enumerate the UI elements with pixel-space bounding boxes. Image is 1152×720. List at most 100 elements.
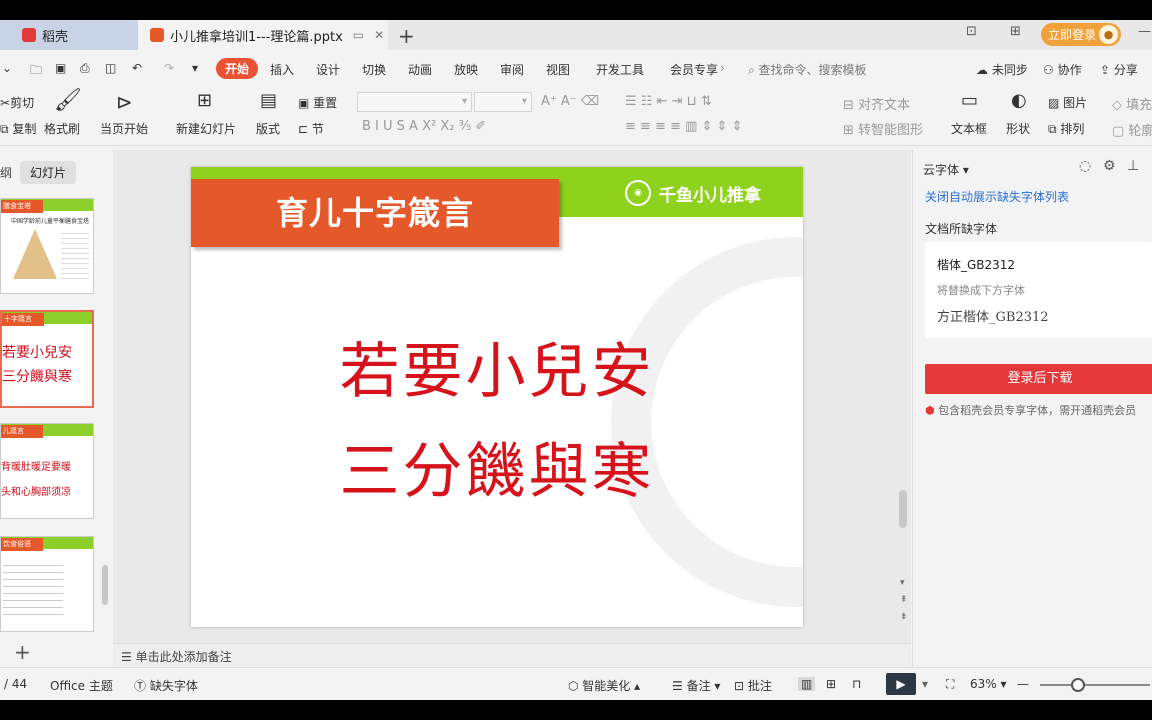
missing-font-card[interactable]: 楷体_GB2312 将替换成下方字体 方正楷体_GB2312 xyxy=(925,242,1152,338)
menu-start[interactable]: 开始 xyxy=(216,58,259,79)
smart-beautify-button[interactable]: ⬡ 智能美化 ▴ xyxy=(568,677,640,694)
text-style-icons[interactable]: B I U S A X² X₂ ⅗ ✐ xyxy=(362,119,486,134)
textbox-button[interactable]: 文本框 xyxy=(951,120,987,137)
new-slide-button[interactable]: 新建幻灯片 xyxy=(176,120,236,137)
collab-button[interactable]: ⚇ 协作 xyxy=(1043,61,1082,78)
command-search[interactable]: ⌕ 查找命令、搜索模板 xyxy=(748,61,867,78)
slide-thumb-1[interactable]: 膳食宝塔 中国学龄前儿童平衡膳食宝塔 xyxy=(0,198,94,294)
picture-button[interactable]: ▨ 图片 xyxy=(1048,94,1087,111)
pin-icon[interactable]: ▭ xyxy=(353,28,364,42)
smart-shape-button[interactable]: ⊞ 转智能图形 xyxy=(843,119,923,138)
print-preview-icon[interactable]: ◫ xyxy=(105,61,116,75)
cut-button[interactable]: ✂剪切 xyxy=(0,94,34,111)
align-text-button[interactable]: ⊟ 对齐文本 xyxy=(843,94,910,113)
download-after-login-button[interactable]: 登录后下载 xyxy=(925,364,1152,394)
shape-button[interactable]: 形状 xyxy=(1006,120,1030,137)
thumbnail-scrollbar[interactable] xyxy=(102,565,108,605)
window-layout-icon[interactable]: ⊡ xyxy=(966,24,977,39)
play-options-icon[interactable]: ▾ xyxy=(922,677,928,691)
copy-button[interactable]: ⧉ 复制 xyxy=(0,120,36,137)
arrange-button[interactable]: ⧉ 排列 xyxy=(1048,120,1084,137)
menu-slideshow[interactable]: 放映 xyxy=(454,61,478,78)
thumb-text-lines xyxy=(61,229,89,279)
smart-shape-label: 转智能图形 xyxy=(858,123,924,138)
undo-icon[interactable]: ↶ xyxy=(132,61,142,75)
gear-icon[interactable]: ⚙ xyxy=(1103,158,1116,174)
slide-logo-text: 千鱼小儿推拿 xyxy=(659,185,761,206)
chat-icon[interactable]: ◌ xyxy=(1079,158,1091,174)
slide-thumb-2[interactable]: 十字箴言 若要小兒安 三分饑與寒 xyxy=(0,310,94,408)
menu-member[interactable]: 会员专享 xyxy=(670,61,718,78)
menu-more-icon[interactable]: › xyxy=(720,61,725,75)
redo-icon[interactable]: ↷ xyxy=(164,61,174,75)
menu-design[interactable]: 设计 xyxy=(316,61,340,78)
normal-view-icon[interactable]: ▥ xyxy=(798,677,816,691)
format-painter-button[interactable]: 格式刷 xyxy=(44,120,80,137)
menu-view[interactable]: 视图 xyxy=(546,61,570,78)
list-icons[interactable]: ☰ ☷ ⇤ ⇥ ⊔ ⇅ xyxy=(625,94,712,109)
thumb-caption: 中国学龄前儿童平衡膳食宝塔 xyxy=(11,218,90,225)
zoom-slider-knob[interactable] xyxy=(1071,678,1085,692)
zoom-slider-track[interactable] xyxy=(1040,684,1150,686)
replacement-font-name: 方正楷体_GB2312 xyxy=(937,310,1049,325)
panel-header[interactable]: 云字体 ▾ xyxy=(923,161,969,178)
fit-window-icon[interactable]: ⛶ xyxy=(946,677,954,692)
current-slide[interactable]: 育儿十字箴言 ◉ 千鱼小儿推拿 若要小兒安 三分饑與寒 xyxy=(191,167,803,627)
menu-developer[interactable]: 开发工具 xyxy=(596,61,644,78)
font-family-select[interactable]: ▾ xyxy=(357,92,472,112)
slide-title[interactable]: 育儿十字箴言 xyxy=(191,179,559,247)
close-auto-list-link[interactable]: 关闭自动展示缺失字体列表 xyxy=(925,188,1069,205)
tab-document[interactable]: 小儿推拿培训1---理论篇.pptx ▭ ✕ xyxy=(138,20,388,50)
notes-toggle-button[interactable]: ☰ 备注 ▾ xyxy=(672,677,720,694)
notes-area[interactable]: ☰ 单击此处添加备注 xyxy=(113,643,911,667)
replace-hint: 将替换成下方字体 xyxy=(937,284,1025,297)
new-tab-icon[interactable]: + xyxy=(398,24,415,48)
missing-font-status[interactable]: Ⓣ 缺失字体 xyxy=(134,677,198,694)
fill-button[interactable]: ◇ 填充 xyxy=(1112,94,1152,113)
open-folder-icon[interactable]: 🗀 xyxy=(30,61,42,82)
tab-document-label: 小儿推拿培训1---理论篇.pptx xyxy=(170,29,343,45)
grow-shrink-font-icon[interactable]: A⁺ A⁻ ⌫ xyxy=(541,94,599,109)
layout-button[interactable]: 版式 xyxy=(256,120,280,137)
print-icon[interactable]: ⎙ xyxy=(80,61,90,76)
play-from-current-button[interactable]: 当页开始 xyxy=(100,120,148,137)
paragraph-align-icons[interactable]: ≡ ≡ ≡ ≡ ▥ ⇕ ⇕ ⇕ xyxy=(625,119,742,134)
outline-button[interactable]: ▢ 轮廓 xyxy=(1112,120,1152,139)
watermark-circle xyxy=(611,237,803,607)
slide-thumbnail-panel: 纲 幻灯片 膳食宝塔 中国学龄前儿童平衡膳食宝塔 十字箴言 若要小兒安 三分饑與… xyxy=(0,150,112,665)
tab-outline[interactable]: 纲 xyxy=(0,164,12,181)
zoom-level[interactable]: 63% ▾ xyxy=(970,677,1007,691)
play-slideshow-button[interactable]: ▶ xyxy=(886,673,916,695)
theme-name[interactable]: Office 主题 xyxy=(50,677,113,694)
slide-thumb-3[interactable]: 儿箴言 背暖肚暖足要暖 头和心胸部须凉 xyxy=(0,423,94,519)
minimize-icon[interactable]: — xyxy=(1138,24,1151,39)
slide-thumb-4[interactable]: 饮食俗语 xyxy=(0,536,94,632)
canvas-scrollbar[interactable] xyxy=(899,490,907,528)
menu-toggle-icon[interactable]: ⌄ xyxy=(2,61,12,75)
close-tab-icon[interactable]: ✕ xyxy=(374,28,384,42)
slide-text-line-1[interactable]: 若要小兒安 xyxy=(191,323,803,410)
share-button[interactable]: ⇪ 分享 xyxy=(1100,61,1138,78)
slide-text-line-2[interactable]: 三分饑與寒 xyxy=(191,423,803,510)
tab-slides[interactable]: 幻灯片 xyxy=(20,161,77,184)
save-icon[interactable]: ▣ xyxy=(55,61,66,75)
tab-home[interactable]: 稻壳 xyxy=(0,20,138,50)
slide-sorter-icon[interactable]: ⊞ xyxy=(826,677,836,691)
reset-button[interactable]: ▣ 重置 xyxy=(298,94,337,111)
add-slide-icon[interactable]: + xyxy=(14,640,31,664)
menu-animation[interactable]: 动画 xyxy=(408,61,432,78)
pin-icon[interactable]: ⊥ xyxy=(1127,158,1139,174)
sync-button[interactable]: ☁ 未同步 xyxy=(976,61,1028,78)
scroll-nav-icons[interactable]: ▾ ⇞ ⇟ xyxy=(900,575,908,626)
menu-insert[interactable]: 插入 xyxy=(270,61,294,78)
font-size-select[interactable]: ▾ xyxy=(474,92,532,112)
reading-view-icon[interactable]: ⊓ xyxy=(852,677,861,691)
apps-grid-icon[interactable]: ⊞ xyxy=(1010,24,1021,39)
section-button[interactable]: ⊏ 节 xyxy=(298,120,324,137)
login-button[interactable]: 立即登录 ● xyxy=(1041,23,1121,46)
customize-icon[interactable]: ▾ xyxy=(192,61,198,75)
comments-button[interactable]: ⊡ 批注 xyxy=(734,677,772,694)
menu-review[interactable]: 审阅 xyxy=(500,61,524,78)
zoom-out-icon[interactable]: — xyxy=(1017,677,1029,691)
menu-transition[interactable]: 切换 xyxy=(362,61,386,78)
